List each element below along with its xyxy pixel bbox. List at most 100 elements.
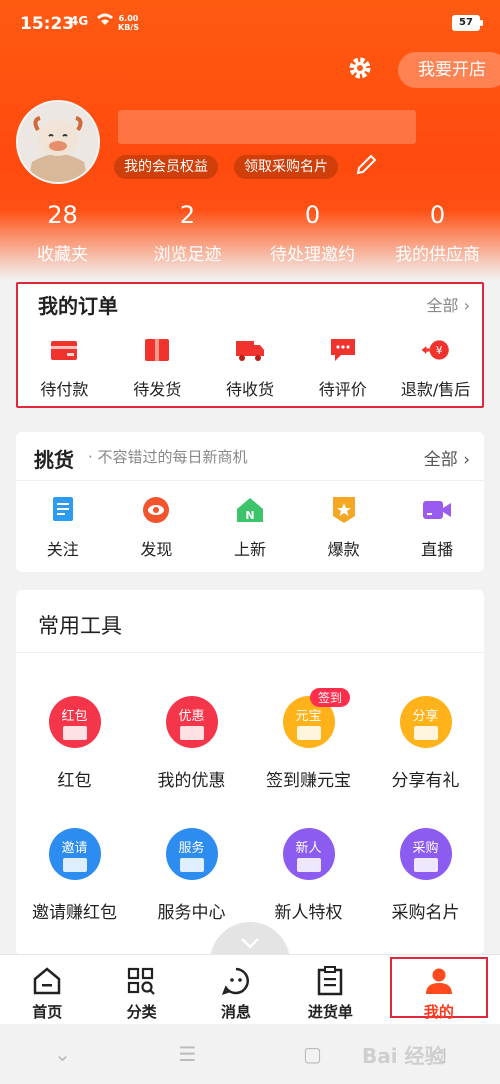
diamond-icon: 新人 bbox=[282, 828, 335, 880]
nav-collapse-icon[interactable]: ⌄ bbox=[0, 1042, 125, 1066]
tool-label: 分享有礼 bbox=[391, 771, 460, 791]
tool-label: 红包 bbox=[57, 771, 92, 791]
tool-my-coupons[interactable]: 优惠 我的优惠 bbox=[133, 696, 250, 791]
svg-text:N: N bbox=[245, 509, 254, 522]
stat-label: 待处理邀约 bbox=[270, 245, 355, 265]
tool-purchase-card[interactable]: 采购 采购名片 bbox=[367, 828, 484, 923]
tab-label: 进货单 bbox=[307, 1003, 353, 1021]
gift-icon: 分享 bbox=[399, 696, 452, 748]
divider bbox=[16, 652, 484, 653]
tools-title: 常用工具 bbox=[38, 614, 122, 638]
bottom-tab-bar: 首页 分类 消息 进货单 我的 bbox=[0, 954, 500, 1024]
network-indicator: 4G bbox=[70, 14, 89, 28]
pick-title: 挑货 bbox=[34, 448, 74, 472]
home-icon bbox=[31, 965, 63, 997]
tool-share-gift[interactable]: 分享 分享有礼 bbox=[367, 696, 484, 791]
tool-label: 签到赚元宝 bbox=[266, 771, 351, 791]
order-pending-receipt[interactable]: 待收货 bbox=[204, 334, 297, 400]
edit-pencil-icon[interactable] bbox=[354, 153, 382, 181]
pick-label: 爆款 bbox=[327, 540, 360, 559]
purchase-card-tag[interactable]: 领取采购名片 bbox=[234, 155, 338, 179]
tool-label: 我的优惠 bbox=[157, 771, 226, 791]
star-badge-icon bbox=[328, 494, 360, 526]
pick-discover[interactable]: 发现 bbox=[110, 494, 204, 560]
pick-label: 上新 bbox=[233, 540, 266, 559]
tab-mine[interactable]: 我的 bbox=[389, 957, 489, 1021]
order-pending-review[interactable]: 待评价 bbox=[296, 334, 389, 400]
chat-face-icon bbox=[220, 965, 252, 997]
stat-label: 我的供应商 bbox=[395, 245, 480, 265]
tool-label: 采购名片 bbox=[391, 903, 460, 923]
coupon-icon: 优惠 bbox=[165, 696, 218, 748]
tool-newcomer[interactable]: 新人 新人特权 bbox=[250, 828, 367, 923]
refund-icon: ¥ bbox=[420, 334, 452, 366]
tab-label: 我的 bbox=[423, 1003, 454, 1021]
orders-all-link[interactable]: 全部 › bbox=[426, 292, 470, 316]
red-packet-icon: 红包 bbox=[48, 696, 101, 748]
tool-red-packet[interactable]: 红包 红包 bbox=[16, 696, 133, 791]
status-bar: 15:23 4G 6.00 KB/S 57 bbox=[0, 0, 500, 48]
order-label: 待收货 bbox=[225, 380, 274, 399]
divider bbox=[16, 480, 484, 481]
wallet-card-icon bbox=[48, 334, 80, 366]
invite-icon: 邀请 bbox=[48, 828, 101, 880]
follow-doc-icon bbox=[47, 494, 79, 526]
order-refund[interactable]: ¥ 退款/售后 bbox=[389, 334, 482, 400]
stat-invitations[interactable]: 0 待处理邀约 bbox=[250, 198, 375, 265]
settings-gear-icon[interactable] bbox=[346, 56, 374, 84]
purchase-list-icon bbox=[314, 965, 346, 997]
order-label: 待评价 bbox=[318, 380, 367, 399]
tool-invite[interactable]: 邀请 邀请赚红包 bbox=[16, 828, 133, 923]
stat-suppliers[interactable]: 0 我的供应商 bbox=[375, 198, 500, 265]
tab-label: 首页 bbox=[32, 1003, 63, 1021]
svg-text:¥: ¥ bbox=[435, 345, 442, 357]
chevron-right-icon: › bbox=[463, 450, 470, 470]
stat-history[interactable]: 2 浏览足迹 bbox=[125, 198, 250, 265]
checkin-badge: 签到 bbox=[310, 688, 351, 707]
grid-search-icon bbox=[126, 965, 158, 997]
tab-home[interactable]: 首页 bbox=[0, 955, 94, 1024]
pick-hot[interactable]: 爆款 bbox=[297, 494, 391, 560]
purchase-card-icon: 采购 bbox=[399, 828, 452, 880]
pick-all-link[interactable]: 全部 › bbox=[424, 445, 470, 470]
nav-home-icon[interactable]: ▢ bbox=[250, 1042, 375, 1066]
tab-cart[interactable]: 进货单 bbox=[283, 955, 377, 1024]
pick-label: 发现 bbox=[140, 540, 173, 559]
pick-label: 直播 bbox=[421, 540, 454, 559]
new-house-icon: N bbox=[234, 494, 266, 526]
tool-checkin[interactable]: 元宝 签到 签到赚元宝 bbox=[250, 688, 367, 791]
video-camera-icon bbox=[421, 494, 453, 526]
my-orders-card: 我的订单 全部 › 待付款 待发货 待收货 待评价 ¥ 退款/售后 bbox=[16, 282, 484, 408]
comment-icon bbox=[327, 334, 359, 366]
pick-new[interactable]: N 上新 bbox=[203, 494, 297, 560]
pick-goods-card: 挑货 · 不容错过的每日新商机 全部 › 关注 发现 N 上新 爆款 直播 bbox=[16, 432, 484, 572]
tab-category[interactable]: 分类 bbox=[94, 955, 188, 1024]
pick-live[interactable]: 直播 bbox=[390, 494, 484, 560]
chevron-right-icon: › bbox=[463, 296, 470, 315]
pick-follow[interactable]: 关注 bbox=[16, 494, 110, 560]
wifi-icon bbox=[96, 12, 114, 30]
stat-label: 浏览足迹 bbox=[153, 245, 222, 265]
pick-label: 关注 bbox=[46, 540, 79, 559]
truck-icon bbox=[234, 334, 266, 366]
username-blurred bbox=[118, 110, 416, 144]
avatar[interactable] bbox=[16, 100, 100, 184]
open-shop-button[interactable]: 我要开店 bbox=[398, 52, 500, 88]
watermark: Bai 经验 bbox=[362, 1044, 445, 1068]
order-pending-shipment[interactable]: 待发货 bbox=[111, 334, 204, 400]
service-icon: 服务 bbox=[165, 828, 218, 880]
orders-title: 我的订单 bbox=[38, 294, 118, 318]
tab-label: 消息 bbox=[221, 1003, 252, 1021]
tool-service-center[interactable]: 服务 服务中心 bbox=[133, 828, 250, 923]
stat-favorites[interactable]: 28 收藏夹 bbox=[0, 198, 125, 265]
order-pending-payment[interactable]: 待付款 bbox=[18, 334, 111, 400]
battery-icon: 57 bbox=[452, 15, 483, 31]
eye-icon bbox=[140, 494, 172, 526]
stats-row: 28 收藏夹 2 浏览足迹 0 待处理邀约 0 我的供应商 bbox=[0, 198, 500, 265]
person-icon bbox=[423, 965, 455, 997]
order-label: 待付款 bbox=[40, 380, 89, 399]
member-benefits-tag[interactable]: 我的会员权益 bbox=[114, 155, 218, 179]
tab-messages[interactable]: 消息 bbox=[189, 955, 283, 1024]
package-icon bbox=[141, 334, 173, 366]
nav-menu-icon[interactable]: ☰ bbox=[125, 1042, 250, 1066]
